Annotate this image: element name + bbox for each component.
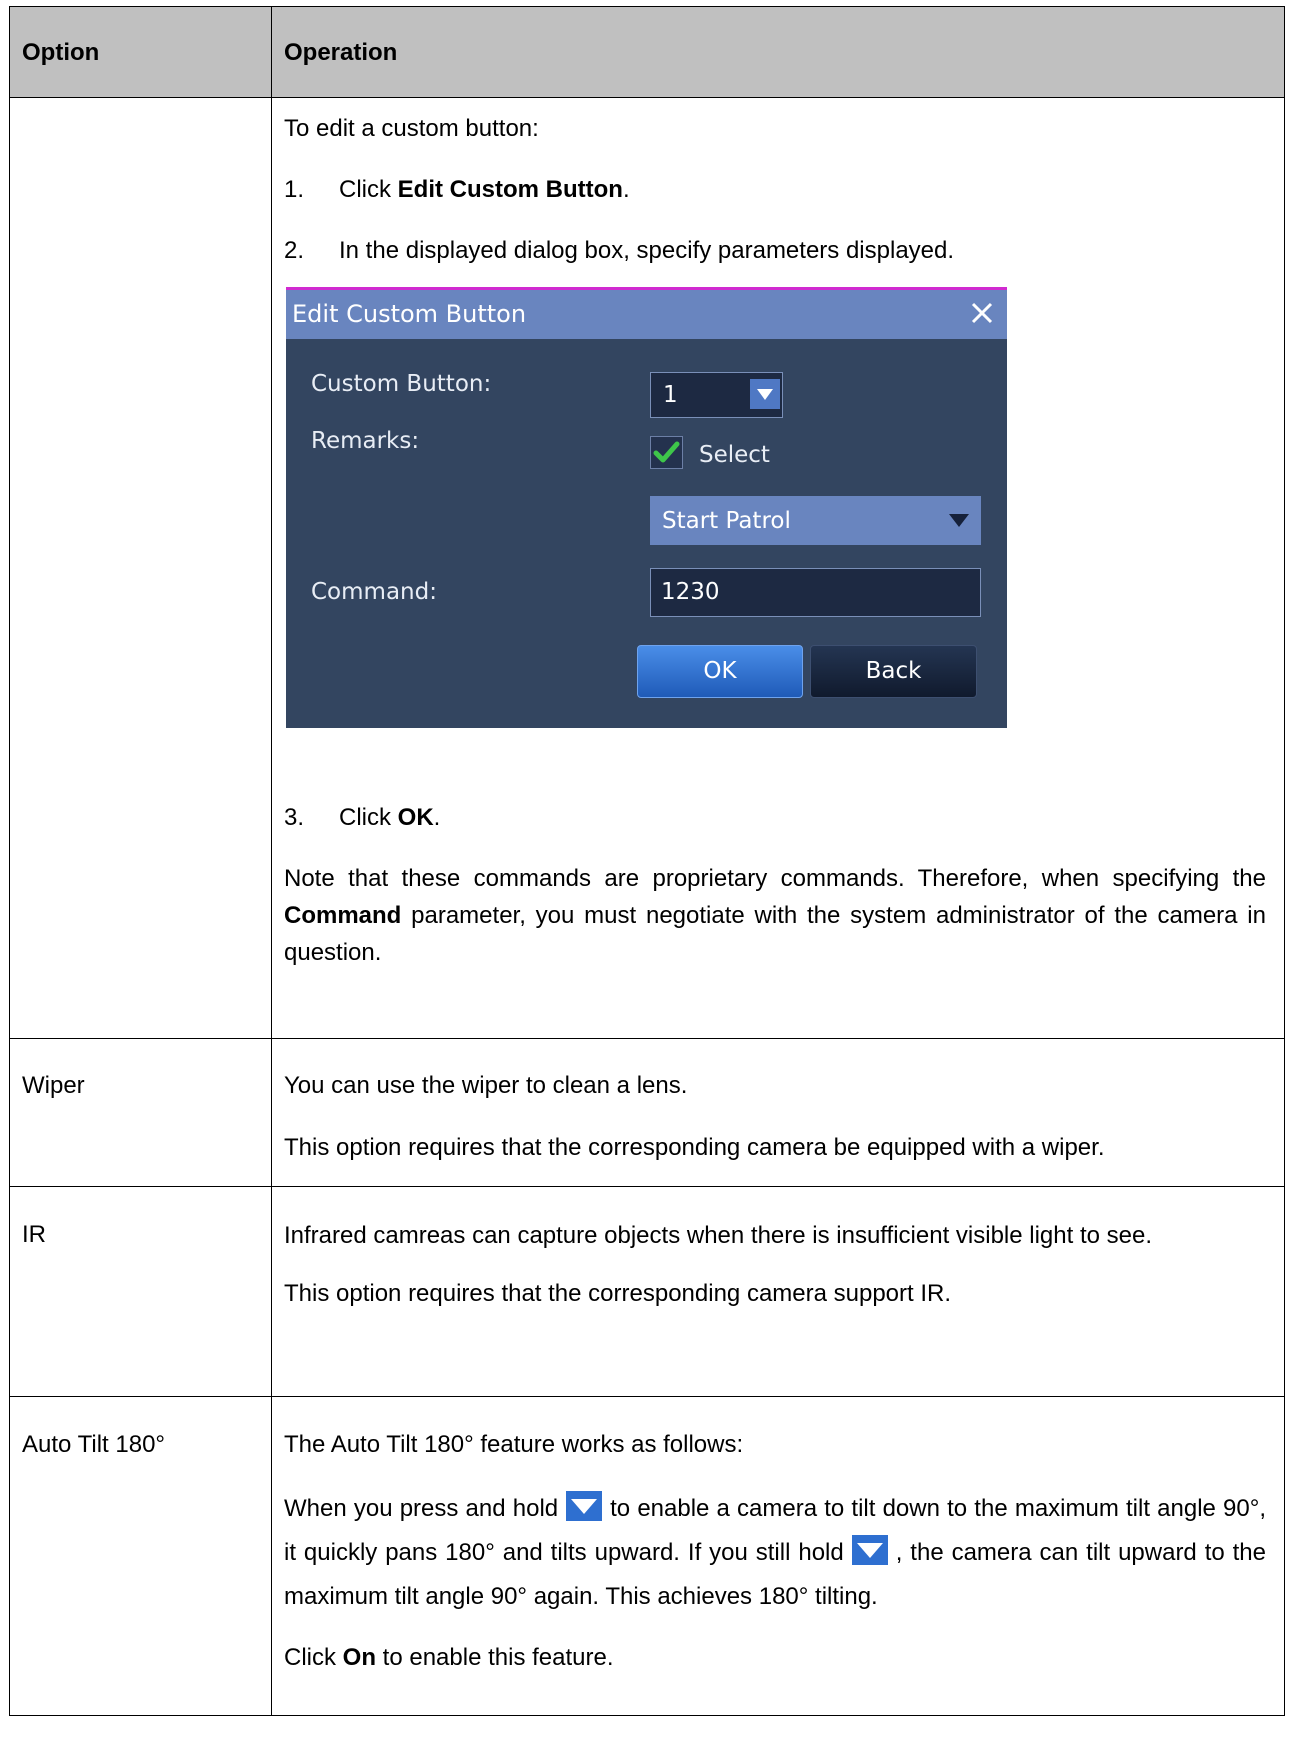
dialog-titlebar: Edit Custom Button [286, 290, 1007, 339]
select-checkbox-label: Select [699, 442, 770, 468]
option-cell: IR [9, 1186, 272, 1397]
header-option: Option [9, 6, 272, 98]
edit-custom-button-dialog: Edit Custom Button Custom Button: 1 Rema… [286, 287, 1007, 728]
custom-button-value: 1 [663, 382, 678, 408]
dropdown-arrow-icon[interactable] [750, 379, 780, 409]
operation-cell: To edit a custom button: 1. Click Edit C… [271, 97, 1285, 1039]
option-cell: Wiper [9, 1038, 272, 1187]
close-icon[interactable] [967, 298, 997, 328]
on-term: On [342, 1644, 376, 1671]
intro-text: To edit a custom button: [284, 115, 539, 142]
dialog-title: Edit Custom Button [292, 300, 527, 328]
edit-custom-button-term: Edit Custom Button [397, 176, 623, 203]
checkmark-icon [653, 441, 680, 463]
step-3: 3. Click OK. [284, 804, 441, 831]
custom-button-label: Custom Button: [311, 371, 492, 397]
remarks-select[interactable]: Start Patrol [650, 496, 981, 545]
table-row: To edit a custom button: 1. Click Edit C… [9, 97, 1285, 1039]
back-button[interactable]: Back [810, 645, 977, 698]
header-operation: Operation [271, 6, 1285, 98]
custom-button-select[interactable]: 1 [650, 372, 783, 418]
tilt-down-icon [851, 1535, 888, 1565]
ok-term: OK [397, 804, 434, 831]
option-operation-table: Option Operation To edit a custom button… [9, 6, 1285, 1716]
operation-cell: The Auto Tilt 180° feature works as foll… [271, 1396, 1285, 1716]
tilt-down-icon [566, 1491, 603, 1521]
command-term: Command [284, 902, 402, 929]
dropdown-arrow-icon[interactable] [949, 514, 969, 527]
table-row: IR Infrared camreas can capture objects … [9, 1186, 1285, 1397]
remarks-label: Remarks: [311, 428, 420, 454]
operation-cell: Infrared camreas can capture objects whe… [271, 1186, 1285, 1397]
step-2: 2. In the displayed dialog box, specify … [284, 237, 955, 264]
ok-button[interactable]: OK [637, 645, 803, 698]
table-header-row: Option Operation [9, 6, 1285, 98]
option-cell: Auto Tilt 180° [9, 1396, 272, 1716]
step-1: 1. Click Edit Custom Button. [284, 176, 630, 203]
remarks-value: Start Patrol [662, 508, 791, 534]
table-row: Wiper You can use the wiper to clean a l… [9, 1038, 1285, 1187]
option-cell-empty [9, 97, 272, 1039]
table-row: Auto Tilt 180° The Auto Tilt 180° featur… [9, 1396, 1285, 1716]
operation-cell: You can use the wiper to clean a lens. T… [271, 1038, 1285, 1187]
select-checkbox[interactable] [650, 436, 683, 469]
command-value: 1230 [661, 579, 720, 605]
note-text: Note that these commands are proprietary… [284, 865, 1266, 966]
command-input[interactable]: 1230 [650, 568, 981, 617]
command-label: Command: [311, 579, 437, 605]
